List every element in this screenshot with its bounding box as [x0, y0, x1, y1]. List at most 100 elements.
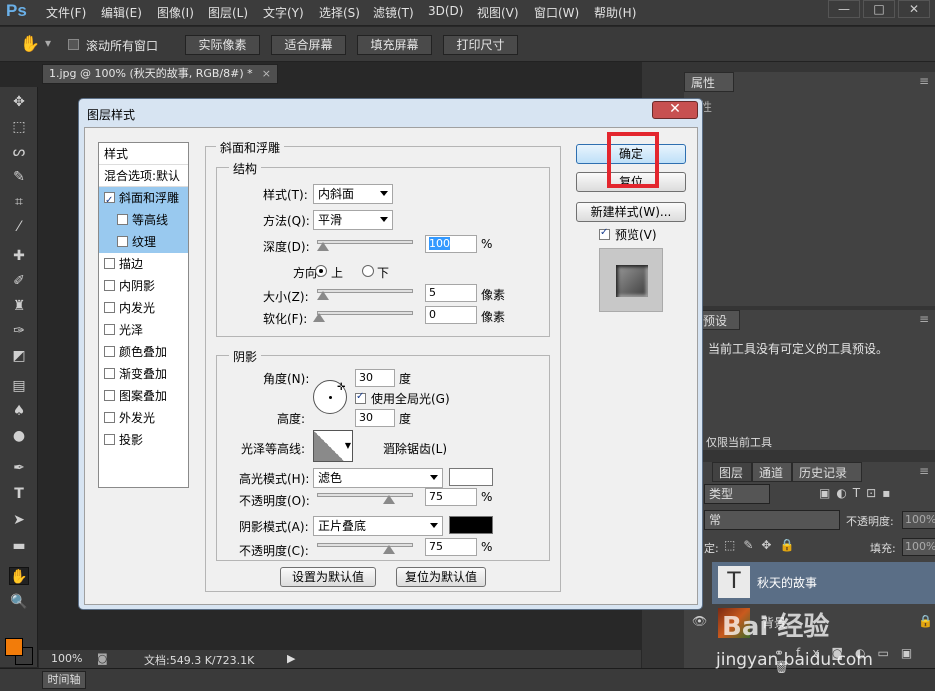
status-info-icon[interactable]: ◙	[97, 652, 108, 665]
menu-3d[interactable]: 3D(D)	[428, 4, 463, 18]
style-item-checkbox[interactable]	[104, 434, 115, 445]
style-item[interactable]: 颜色叠加	[99, 341, 188, 363]
menu-filter[interactable]: 滤镜(T)	[373, 4, 414, 21]
style-item[interactable]: 描边	[99, 253, 188, 275]
lasso-tool-icon[interactable]: ᔕ	[9, 143, 29, 161]
technique-select[interactable]: 平滑	[313, 210, 393, 230]
move-tool-icon[interactable]: ✥	[9, 93, 29, 111]
shadow-opacity-input[interactable]: 75	[425, 538, 477, 556]
reset-default-button[interactable]: 复位为默认值	[396, 567, 486, 587]
menu-edit[interactable]: 编辑(E)	[101, 4, 142, 21]
layers-tab[interactable]: 图层	[712, 462, 752, 482]
depth-input[interactable]: 100	[425, 235, 477, 253]
brush-tool-icon[interactable]: ✐	[9, 272, 29, 290]
style-item[interactable]: 等高线	[99, 209, 188, 231]
direction-down-radio[interactable]	[362, 265, 374, 277]
close-app-button[interactable]: ✕	[898, 0, 930, 18]
tool-preset-arrow-icon[interactable]: ▾	[45, 36, 51, 50]
stamp-tool-icon[interactable]: ♜	[9, 297, 29, 315]
properties-tab[interactable]: 属性	[684, 72, 734, 92]
shadow-opacity-knob[interactable]	[383, 545, 395, 554]
fit-screen-button[interactable]: 适合屏幕	[271, 35, 346, 55]
style-item[interactable]: 图案叠加	[99, 385, 188, 407]
style-item[interactable]: 内阴影	[99, 275, 188, 297]
style-item[interactable]: 光泽	[99, 319, 188, 341]
style-item-checkbox[interactable]	[104, 368, 115, 379]
style-item[interactable]: 斜面和浮雕	[99, 187, 188, 209]
style-item-checkbox[interactable]	[104, 258, 115, 269]
zoom-tool-icon[interactable]: 🔍	[9, 593, 29, 611]
style-item-checkbox[interactable]	[117, 236, 128, 247]
blend-options-item[interactable]: 混合选项:默认	[99, 165, 188, 187]
size-slider-track[interactable]	[317, 289, 413, 293]
depth-slider-knob[interactable]	[317, 242, 329, 251]
style-item-checkbox[interactable]	[104, 190, 115, 209]
style-item-checkbox[interactable]	[117, 214, 128, 225]
maximize-button[interactable]: □	[863, 0, 895, 18]
gradient-tool-icon[interactable]: ▤	[9, 377, 29, 395]
highlight-opacity-input[interactable]: 75	[425, 488, 477, 506]
new-style-button[interactable]: 新建样式(W)...	[576, 202, 686, 222]
style-item-checkbox[interactable]	[104, 346, 115, 357]
timeline-tab[interactable]: 时间轴	[42, 671, 86, 689]
highlight-mode-select[interactable]: 滤色	[313, 468, 443, 488]
soften-slider-track[interactable]	[317, 311, 413, 315]
document-tab[interactable]: 1.jpg @ 100% (秋天的故事, RGB/8#) * ×	[42, 64, 278, 84]
menu-type[interactable]: 文字(Y)	[263, 4, 304, 21]
panel-menu-icon[interactable]: ≡	[919, 74, 929, 88]
menu-layer[interactable]: 图层(L)	[208, 4, 248, 21]
layers-menu-icon[interactable]: ≡	[919, 464, 929, 478]
gloss-contour-picker[interactable]: ▼	[313, 430, 353, 462]
layer-filter-icons[interactable]: ▣◐T⊡▪	[819, 486, 896, 500]
foreground-color-chip[interactable]	[5, 638, 23, 656]
style-item[interactable]: 纹理	[99, 231, 188, 253]
style-item-checkbox[interactable]	[104, 324, 115, 335]
style-item-checkbox[interactable]	[104, 302, 115, 313]
print-size-button[interactable]: 打印尺寸	[443, 35, 518, 55]
style-item[interactable]: 外发光	[99, 407, 188, 429]
hand-tool-icon[interactable]: ✋	[20, 34, 40, 53]
preview-checkbox[interactable]	[599, 227, 610, 240]
make-default-button[interactable]: 设置为默认值	[280, 567, 376, 587]
history-brush-icon[interactable]: ✑	[9, 322, 29, 340]
scroll-all-checkbox[interactable]	[68, 39, 79, 50]
pen-tool-icon[interactable]: ✒	[9, 459, 29, 477]
marquee-tool-icon[interactable]: ⬚	[9, 118, 29, 136]
menu-help[interactable]: 帮助(H)	[594, 4, 636, 21]
minimize-button[interactable]: —	[828, 0, 860, 18]
quick-select-tool-icon[interactable]: ✎	[9, 168, 29, 186]
visibility-eye-icon[interactable]: 👁	[692, 614, 707, 628]
channels-tab[interactable]: 通道	[752, 462, 792, 482]
blend-mode-select[interactable]: 常	[704, 510, 840, 530]
dodge-tool-icon[interactable]: ●	[9, 427, 29, 445]
style-item-checkbox[interactable]	[104, 390, 115, 401]
depth-slider-track[interactable]	[317, 240, 413, 244]
style-item[interactable]: 内发光	[99, 297, 188, 319]
path-select-icon[interactable]: ➤	[9, 511, 29, 529]
crop-tool-icon[interactable]: ⌗	[9, 193, 29, 211]
style-item[interactable]: 渐变叠加	[99, 363, 188, 385]
soften-input[interactable]: 0	[425, 306, 477, 324]
highlight-color-swatch[interactable]	[449, 468, 493, 486]
shadow-opacity-track[interactable]	[317, 543, 413, 547]
direction-up-radio[interactable]	[315, 265, 327, 277]
highlight-opacity-track[interactable]	[317, 493, 413, 497]
menu-file[interactable]: 文件(F)	[46, 4, 86, 21]
type-tool-icon[interactable]: T	[9, 485, 29, 503]
menu-window[interactable]: 窗口(W)	[534, 4, 579, 21]
hand-tool-icon-active[interactable]: ✋	[9, 567, 29, 585]
healing-brush-icon[interactable]: ✚	[9, 247, 29, 265]
style-item-checkbox[interactable]	[104, 412, 115, 423]
shadow-mode-select[interactable]: 正片叠底	[313, 516, 443, 536]
fill-field[interactable]: 100%	[902, 538, 935, 556]
lock-icons[interactable]: ⬚✎✥🔒	[724, 538, 802, 552]
bevel-style-select[interactable]: 内斜面	[313, 184, 393, 204]
eraser-tool-icon[interactable]: ◩	[9, 347, 29, 365]
menu-view[interactable]: 视图(V)	[477, 4, 519, 21]
status-arrow-icon[interactable]: ▶	[287, 652, 295, 665]
close-tab-icon[interactable]: ×	[262, 65, 271, 83]
size-slider-knob[interactable]	[317, 291, 329, 300]
global-light-checkbox[interactable]	[355, 391, 366, 404]
style-item[interactable]: 投影	[99, 429, 188, 451]
eyedropper-tool-icon[interactable]: ⁄	[9, 218, 29, 236]
